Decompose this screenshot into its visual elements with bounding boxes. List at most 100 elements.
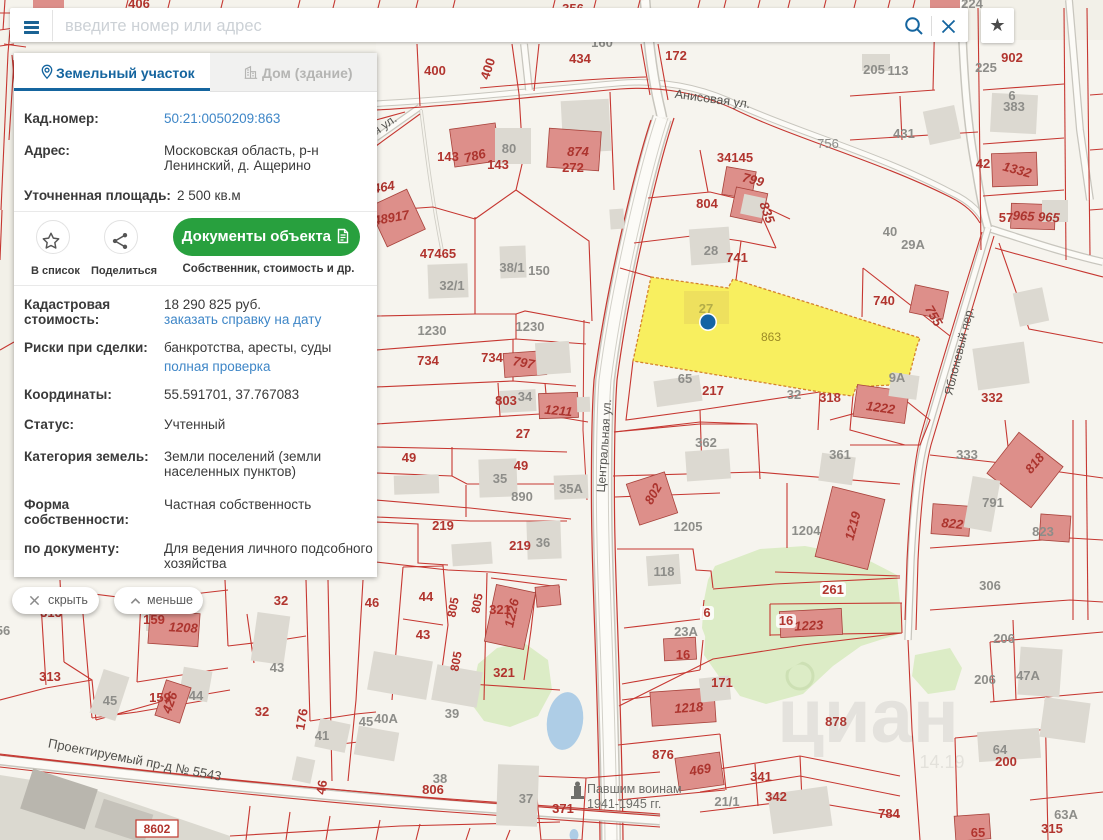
svg-text:29A: 29A: [901, 237, 925, 252]
svg-text:36: 36: [536, 535, 550, 550]
svg-text:56: 56: [0, 623, 10, 638]
svg-text:47A: 47A: [1016, 668, 1040, 683]
svg-text:371: 371: [552, 801, 574, 816]
svg-text:6: 6: [703, 605, 710, 620]
svg-text:44: 44: [189, 688, 204, 703]
svg-text:49: 49: [514, 458, 528, 473]
svg-text:272: 272: [562, 160, 584, 175]
svg-text:113: 113: [888, 63, 909, 78]
svg-text:1223: 1223: [794, 617, 824, 634]
svg-text:37: 37: [519, 791, 533, 806]
svg-text:35A: 35A: [559, 481, 583, 496]
svg-text:43: 43: [416, 627, 430, 642]
svg-text:41: 41: [315, 728, 329, 743]
svg-text:400: 400: [424, 63, 446, 78]
svg-text:6: 6: [1008, 88, 1015, 103]
svg-text:876: 876: [652, 747, 674, 762]
svg-text:63A: 63A: [1054, 807, 1078, 822]
svg-text:23A: 23A: [674, 624, 698, 639]
svg-text:1230: 1230: [418, 323, 447, 338]
svg-text:1204: 1204: [792, 523, 822, 538]
svg-text:44: 44: [419, 589, 434, 604]
svg-text:902: 902: [1001, 50, 1023, 65]
svg-text:45: 45: [103, 693, 117, 708]
svg-text:1205: 1205: [674, 519, 703, 534]
svg-text:362: 362: [695, 435, 717, 450]
svg-text:65: 65: [678, 371, 692, 386]
svg-text:206: 206: [993, 631, 1015, 646]
svg-text:734: 734: [481, 350, 503, 365]
svg-text:32: 32: [255, 704, 269, 719]
svg-text:332: 332: [981, 390, 1003, 405]
svg-text:42: 42: [976, 156, 990, 171]
svg-text:431: 431: [893, 126, 915, 141]
svg-text:47465: 47465: [420, 246, 456, 261]
svg-text:890: 890: [511, 489, 533, 504]
svg-text:65: 65: [971, 825, 985, 840]
svg-text:313: 313: [39, 669, 61, 684]
svg-text:863: 863: [761, 330, 781, 344]
svg-text:206: 206: [974, 672, 996, 687]
svg-text:40: 40: [883, 224, 897, 239]
svg-text:38/1: 38/1: [499, 260, 524, 275]
svg-text:118: 118: [654, 564, 675, 579]
svg-text:49: 49: [402, 450, 416, 465]
svg-text:57: 57: [999, 210, 1013, 225]
svg-text:741: 741: [726, 250, 748, 265]
svg-text:1211: 1211: [544, 402, 573, 419]
svg-text:823: 823: [1032, 524, 1054, 539]
svg-text:21/1: 21/1: [714, 794, 739, 809]
svg-text:965 965: 965 965: [1012, 208, 1060, 225]
svg-text:45: 45: [359, 714, 373, 729]
svg-text:333: 333: [956, 447, 978, 462]
svg-text:219: 219: [509, 538, 531, 553]
svg-text:27: 27: [516, 426, 530, 441]
svg-text:306: 306: [979, 578, 1001, 593]
svg-text:64: 64: [993, 742, 1008, 757]
svg-text:39: 39: [445, 706, 459, 721]
svg-text:342: 342: [765, 789, 787, 804]
svg-text:361: 361: [829, 447, 851, 462]
svg-text:804: 804: [696, 196, 718, 211]
svg-text:16: 16: [676, 647, 690, 662]
svg-text:784: 784: [878, 806, 900, 821]
svg-text:803: 803: [495, 393, 517, 408]
svg-text:143: 143: [437, 149, 459, 164]
svg-text:40A: 40A: [374, 711, 398, 726]
svg-text:32: 32: [274, 593, 288, 608]
svg-text:1230: 1230: [516, 319, 545, 334]
svg-text:217: 217: [702, 383, 724, 398]
svg-text:8602: 8602: [144, 822, 171, 836]
svg-text:циан: циан: [777, 674, 959, 759]
svg-text:Павшим воинам: Павшим воинам: [587, 782, 682, 796]
svg-text:734: 734: [417, 353, 439, 368]
svg-text:32/1: 32/1: [439, 278, 464, 293]
svg-text:35: 35: [493, 471, 507, 486]
svg-text:791: 791: [982, 495, 1004, 510]
svg-text:171: 171: [711, 675, 733, 690]
svg-text:34145: 34145: [717, 150, 753, 165]
svg-text:46: 46: [313, 779, 330, 796]
svg-text:321: 321: [493, 665, 515, 680]
svg-text:159: 159: [143, 612, 165, 627]
svg-text:225: 225: [975, 60, 997, 75]
svg-text:46: 46: [365, 595, 379, 610]
svg-text:318: 318: [819, 390, 841, 405]
svg-text:434: 434: [569, 51, 591, 66]
svg-text:16: 16: [779, 613, 793, 628]
svg-text:9А: 9А: [889, 370, 906, 385]
svg-text:341: 341: [750, 769, 772, 784]
svg-text:1941-1945 гг.: 1941-1945 гг.: [587, 797, 661, 811]
svg-text:315: 315: [1041, 821, 1063, 836]
svg-text:205: 205: [863, 62, 885, 77]
svg-text:150: 150: [528, 263, 550, 278]
svg-text:143: 143: [487, 157, 509, 172]
svg-text:1208: 1208: [168, 619, 198, 636]
svg-text:38: 38: [433, 771, 447, 786]
svg-text:43: 43: [270, 660, 284, 675]
svg-text:740: 740: [873, 293, 895, 308]
svg-text:822: 822: [941, 515, 965, 532]
svg-text:80: 80: [502, 141, 516, 156]
svg-text:261: 261: [822, 582, 844, 597]
svg-text:1218: 1218: [674, 699, 705, 716]
